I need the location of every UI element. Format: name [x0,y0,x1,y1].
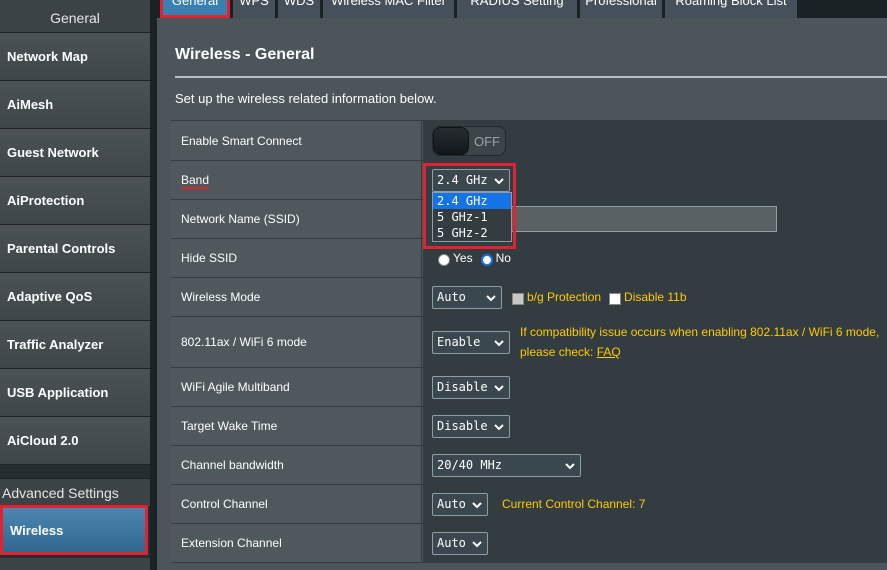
row-wireless-mode: Wireless Mode Auto b/g Protection Disabl… [171,278,887,317]
row-channel-bandwidth: Channel bandwidth 20/40 MHz [171,446,887,485]
band-option-5ghz-2[interactable]: 5 GHz-2 [433,225,511,241]
chevron-down-icon [493,175,505,187]
hide-ssid-label: Hide SSID [171,239,422,277]
sidebar-header-advanced: Advanced Settings [0,478,150,506]
wifi6-select[interactable]: Enable [432,330,510,354]
tab-wps[interactable]: WPS [233,0,275,18]
bandwidth-value: 20/40 MHz [437,458,503,472]
disable-11b-checkbox[interactable] [609,293,622,305]
extension-channel-select[interactable]: Auto [432,531,488,555]
sidebar-item-wireless[interactable]: Wireless [0,505,148,555]
page-description: Set up the wireless related information … [175,91,437,106]
sidebar-item-aiprotection[interactable]: AiProtection [0,177,150,225]
ssid-label: Network Name (SSID) [171,200,422,238]
ssid-input[interactable] [501,206,777,232]
tab-radius-setting[interactable]: RADIUS Setting [457,0,577,18]
sidebar-item-adaptive-qos[interactable]: Adaptive QoS [0,273,150,321]
extension-channel-label: Extension Channel [171,524,422,562]
bandwidth-select[interactable]: 20/40 MHz [432,453,581,477]
chevron-down-icon [493,337,505,349]
tab-wds[interactable]: WDS [278,0,320,18]
control-channel-label: Control Channel [171,485,422,523]
hide-ssid-yes-label: Yes [453,251,473,265]
chevron-down-icon [493,382,505,394]
control-channel-select[interactable]: Auto [432,492,488,516]
wireless-mode-value: Auto [437,290,466,304]
toggle-state: OFF [474,133,500,149]
row-extension-channel: Extension Channel Auto [171,524,887,563]
row-band: Band 2.4 GHz [171,161,887,200]
bg-protection-checkbox[interactable] [512,293,524,305]
control-channel-value: Auto [437,497,466,511]
band-label: Band [181,173,210,187]
tab-professional[interactable]: Professional [580,0,662,18]
band-dropdown-list: 2.4 GHz 5 GHz-1 5 GHz-2 [432,192,512,242]
row-agile-multiband: WiFi Agile Multiband Disable [171,368,887,407]
agile-label: WiFi Agile Multiband [171,368,422,406]
row-control-channel: Control Channel Auto Current Control Cha… [171,485,887,524]
chevron-down-icon [471,499,483,511]
bg-protection-label: b/g Protection [527,290,602,304]
page-title: Wireless - General [175,46,315,63]
wifi6-note2: please check: [520,345,594,359]
sidebar-item-aicloud[interactable]: AiCloud 2.0 [0,417,150,465]
disable-11b-label: Disable 11b [624,290,687,304]
sidebar-item-usb-application[interactable]: USB Application [0,369,150,417]
hide-ssid-no-radio[interactable] [480,254,493,266]
twt-value: Disable [437,419,488,433]
settings-table: Enable Smart Connect OFF Band 2.4 GHz Ne… [171,120,887,563]
band-option-2-4ghz[interactable]: 2.4 GHz [433,193,511,209]
sidebar-item-aimesh[interactable]: AiMesh [0,81,150,129]
wifi6-label: 802.11ax / WiFi 6 mode [171,317,422,367]
hide-ssid-yes-radio[interactable] [438,254,450,266]
row-target-wake-time: Target Wake Time Disable [171,407,887,446]
band-option-5ghz-1[interactable]: 5 GHz-1 [433,209,511,225]
sidebar-item-network-map[interactable]: Network Map [0,33,150,81]
chevron-down-icon [564,460,576,472]
band-label-cell: Band [171,161,422,199]
wireless-mode-select[interactable]: Auto [432,285,502,309]
title-divider [175,76,887,78]
twt-select[interactable]: Disable [432,414,510,438]
sidebar: General Network Map AiMesh Guest Network… [0,0,150,570]
wifi6-note: If compatibility issue occurs when enabl… [520,325,880,339]
tab-bar: General WPS WDS Wireless MAC Filter RADI… [157,0,887,18]
sidebar-item-guest-network[interactable]: Guest Network [0,129,150,177]
chevron-down-icon [471,538,483,550]
tab-roaming-block-list[interactable]: Roaming Block List [665,0,797,18]
row-hide-ssid: Hide SSID Yes No [171,239,887,278]
current-control-channel: Current Control Channel: 7 [502,497,646,511]
agile-value: Disable [437,380,488,394]
chevron-down-icon [485,292,497,304]
chevron-down-icon [493,421,505,433]
extension-channel-value: Auto [437,536,466,550]
main-panel: General WPS WDS Wireless MAC Filter RADI… [157,0,887,570]
wifi6-value: Enable [437,335,481,349]
hide-ssid-no-label: No [495,251,511,265]
agile-select[interactable]: Disable [432,375,510,399]
wireless-mode-label: Wireless Mode [171,278,422,316]
smart-connect-toggle[interactable]: OFF [432,125,506,156]
tab-general[interactable]: General [160,0,230,18]
faq-link[interactable]: FAQ [597,345,621,359]
bandwidth-label: Channel bandwidth [171,446,422,484]
smart-connect-label: Enable Smart Connect [171,121,422,160]
band-select-value: 2.4 GHz [437,173,488,187]
sidebar-item-parental-controls[interactable]: Parental Controls [0,225,150,273]
row-smart-connect: Enable Smart Connect OFF [171,121,887,161]
sidebar-next-item[interactable] [0,558,150,570]
toggle-knob [433,126,469,155]
tab-wireless-mac-filter[interactable]: Wireless MAC Filter [323,0,454,18]
sidebar-header-general: General [0,0,150,33]
sidebar-item-traffic-analyzer[interactable]: Traffic Analyzer [0,321,150,369]
band-select[interactable]: 2.4 GHz [432,168,510,192]
twt-label: Target Wake Time [171,407,422,445]
row-ssid: Network Name (SSID) [171,200,887,239]
row-wifi6-mode: 802.11ax / WiFi 6 mode Enable If compati… [171,317,887,368]
